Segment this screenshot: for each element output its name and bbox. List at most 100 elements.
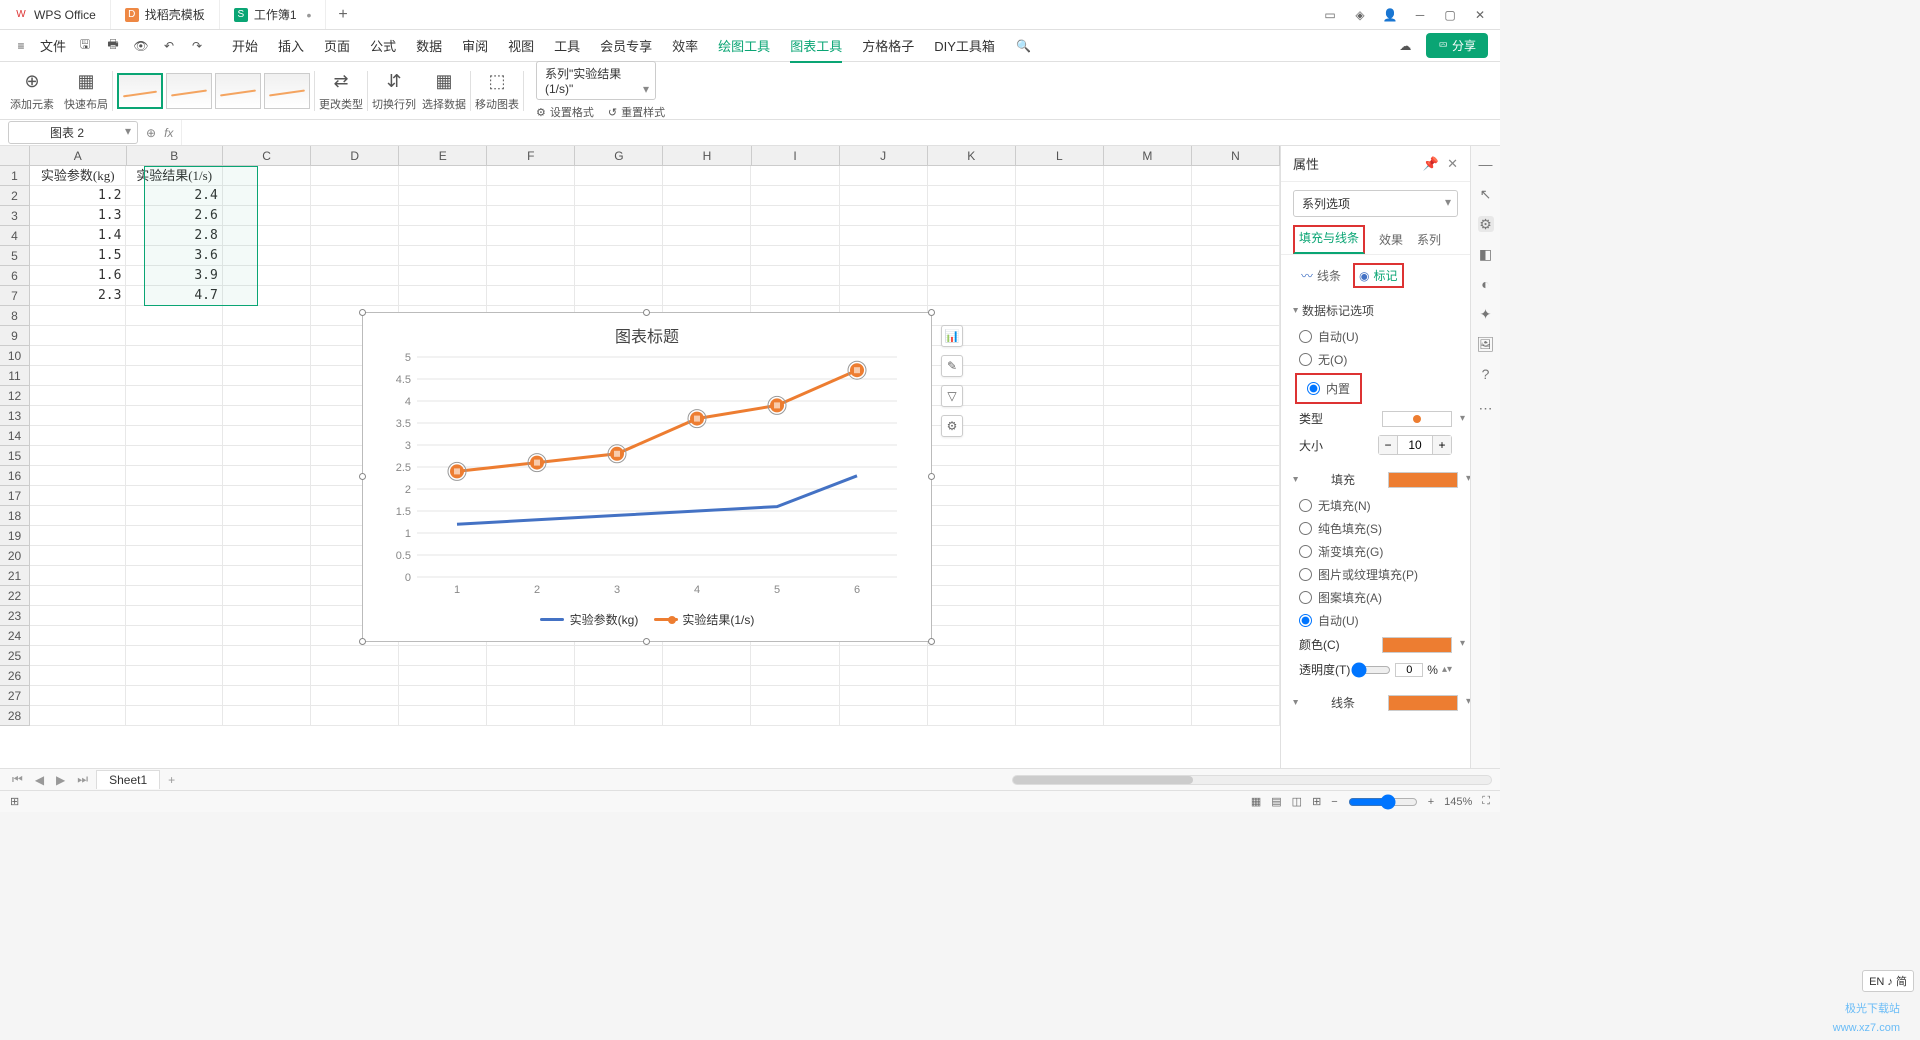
cell[interactable]	[399, 186, 487, 206]
more-icon[interactable]: ⋯	[1478, 400, 1494, 416]
cell[interactable]	[399, 266, 487, 286]
resize-handle[interactable]	[359, 309, 366, 316]
row-header[interactable]: 7	[0, 286, 30, 306]
cell[interactable]	[1016, 606, 1104, 626]
workbook-tab[interactable]: S 工作簿1 •	[220, 0, 327, 29]
cell[interactable]	[1016, 626, 1104, 646]
cell[interactable]	[840, 706, 928, 726]
cell[interactable]	[399, 686, 487, 706]
zoom-in-button[interactable]: +	[1428, 796, 1434, 808]
marker-type-select[interactable]	[1382, 411, 1452, 427]
cell[interactable]	[126, 426, 222, 446]
cell[interactable]	[928, 206, 1016, 226]
menu-review[interactable]: 审阅	[462, 36, 488, 55]
cell[interactable]	[663, 206, 751, 226]
cell[interactable]	[311, 286, 399, 306]
cell[interactable]	[751, 166, 839, 186]
cell[interactable]	[399, 666, 487, 686]
line-section-title[interactable]: 线条	[1331, 694, 1355, 711]
redo-icon[interactable]: ↷	[188, 37, 206, 55]
cell[interactable]	[928, 166, 1016, 186]
menu-formula[interactable]: 公式	[370, 36, 396, 55]
resize-handle[interactable]	[928, 638, 935, 645]
cell[interactable]	[1016, 186, 1104, 206]
cell[interactable]	[126, 666, 222, 686]
row-header[interactable]: 12	[0, 386, 30, 406]
sheet-area[interactable]: ABCDEFGHIJKLMN 1234567891011121314151617…	[0, 146, 1280, 768]
row-header[interactable]: 15	[0, 446, 30, 466]
cell[interactable]	[1104, 606, 1192, 626]
cell[interactable]	[1104, 406, 1192, 426]
cell[interactable]	[751, 286, 839, 306]
chart-thumb-4[interactable]	[264, 73, 310, 109]
cell[interactable]	[1192, 166, 1280, 186]
cell[interactable]	[311, 166, 399, 186]
cell[interactable]	[1104, 246, 1192, 266]
cell[interactable]	[1192, 546, 1280, 566]
menu-insert[interactable]: 插入	[278, 36, 304, 55]
cell[interactable]	[928, 446, 1016, 466]
cell[interactable]	[663, 226, 751, 246]
row-header[interactable]: 2	[0, 186, 30, 206]
resize-handle[interactable]	[359, 473, 366, 480]
radio-autofill[interactable]: 自动(U)	[1293, 609, 1458, 632]
cell[interactable]	[487, 706, 575, 726]
cell[interactable]	[575, 226, 663, 246]
row-header[interactable]: 13	[0, 406, 30, 426]
cell[interactable]	[311, 706, 399, 726]
cell[interactable]	[126, 566, 222, 586]
row-header[interactable]: 20	[0, 546, 30, 566]
cell[interactable]	[928, 186, 1016, 206]
cell[interactable]	[30, 426, 126, 446]
cell[interactable]	[1016, 286, 1104, 306]
cell[interactable]	[840, 266, 928, 286]
cell[interactable]	[30, 406, 126, 426]
view-grid-icon[interactable]: ⊞	[1312, 795, 1321, 808]
cell[interactable]	[487, 186, 575, 206]
cell[interactable]	[30, 526, 126, 546]
close-panel-icon[interactable]: ✕	[1447, 156, 1458, 172]
cell[interactable]	[840, 666, 928, 686]
cell[interactable]	[1192, 226, 1280, 246]
cell[interactable]	[1016, 566, 1104, 586]
cell[interactable]	[30, 466, 126, 486]
cell[interactable]	[487, 646, 575, 666]
cell[interactable]	[840, 226, 928, 246]
chart-elements-button[interactable]: 📊	[941, 325, 963, 347]
menu-charttools[interactable]: 图表工具	[790, 36, 842, 63]
cell[interactable]: 实验结果(1/s)	[126, 166, 222, 186]
cell[interactable]	[223, 626, 311, 646]
cell[interactable]	[487, 206, 575, 226]
cell[interactable]: 2.6	[126, 206, 222, 226]
maximize-icon[interactable]: ▢	[1442, 7, 1458, 23]
cell[interactable]	[30, 546, 126, 566]
cell[interactable]	[1192, 706, 1280, 726]
cell[interactable]	[311, 206, 399, 226]
cell[interactable]	[30, 486, 126, 506]
cell[interactable]	[663, 266, 751, 286]
cell[interactable]	[928, 586, 1016, 606]
print-icon[interactable]: 🖶	[104, 37, 122, 55]
line-color-swatch[interactable]	[1388, 695, 1458, 711]
cloud-icon[interactable]: ☁	[1396, 37, 1414, 55]
nav-next[interactable]: ▶	[52, 773, 69, 787]
cell[interactable]	[223, 566, 311, 586]
menu-drawtools[interactable]: 绘图工具	[718, 36, 770, 55]
row-header[interactable]: 16	[0, 466, 30, 486]
cell[interactable]	[1192, 306, 1280, 326]
cell[interactable]	[487, 666, 575, 686]
cell[interactable]	[840, 166, 928, 186]
cell[interactable]	[223, 266, 311, 286]
cell[interactable]	[30, 446, 126, 466]
formula-input[interactable]	[181, 120, 1500, 145]
chart-legend[interactable]: 实验参数(kg) 实验结果(1/s)	[363, 611, 931, 628]
menu-data[interactable]: 数据	[416, 36, 442, 55]
cell[interactable]	[30, 606, 126, 626]
add-element-button[interactable]: ⊕ 添加元素	[10, 70, 54, 112]
cube-icon[interactable]: ◈	[1352, 7, 1368, 23]
cell[interactable]	[223, 646, 311, 666]
marker-options-title[interactable]: 数据标记选项	[1293, 302, 1458, 319]
cell[interactable]	[751, 226, 839, 246]
cell[interactable]	[928, 686, 1016, 706]
cell[interactable]	[1104, 666, 1192, 686]
